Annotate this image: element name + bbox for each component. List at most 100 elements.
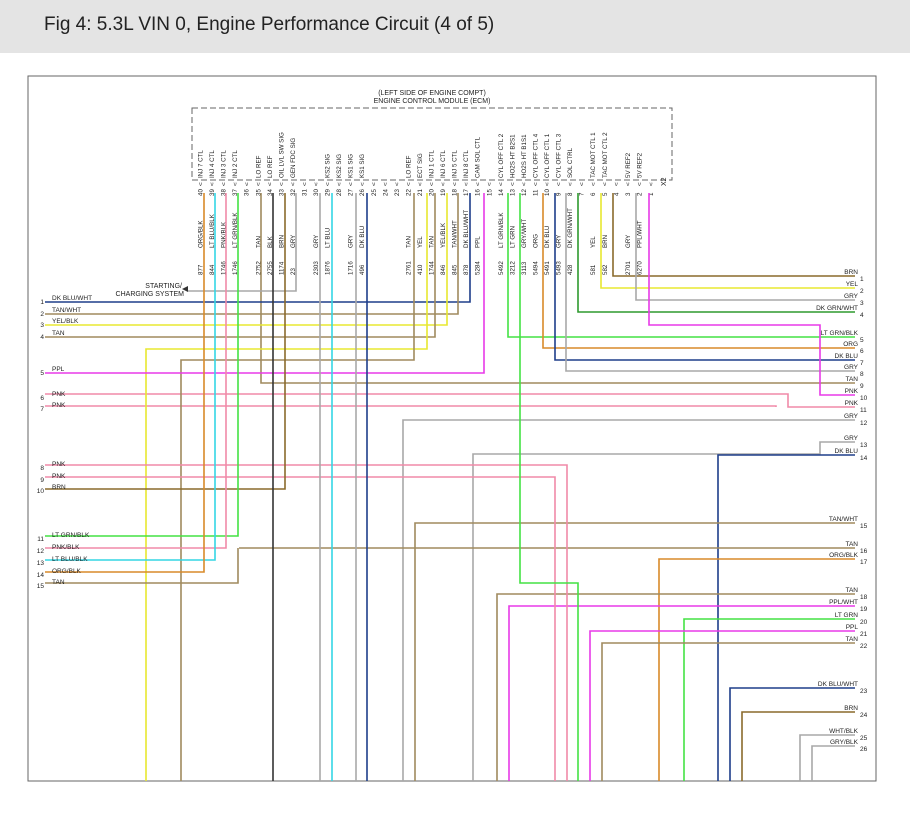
right-wire-number: 26 (860, 746, 868, 753)
wire (635, 193, 855, 301)
pin-function-label: ECT SIG (417, 153, 424, 178)
pin-function-label: CYL OFF CTL 3 (556, 133, 563, 178)
pin-socket-icon: ν (257, 182, 260, 188)
wire (45, 193, 459, 315)
pin-socket-icon: ν (546, 182, 549, 188)
right-wire-label: DK BLU (835, 353, 859, 360)
right-wire-label: DK BLU/WHT (818, 681, 858, 688)
pin-number-label: 26 (359, 189, 366, 196)
starting-system-label-1: STARTING/ (145, 283, 182, 290)
right-wire-label: DK GRN/WHT (816, 305, 858, 312)
right-wire-number: 16 (860, 548, 868, 555)
right-wire-label: TAN (845, 541, 858, 548)
wire-color-label: PPL (475, 236, 482, 248)
wire (648, 193, 855, 396)
circuit-number-label: 1716 (348, 261, 355, 275)
pin-socket-icon: ν (418, 182, 421, 188)
right-wire-label: GRY/BLK (830, 739, 859, 746)
pin-number-label: 28 (336, 189, 343, 196)
pin-number-label: 14 (498, 189, 505, 196)
pin-function-label: OIL LVL SW SIG (278, 132, 285, 178)
wire (508, 605, 855, 781)
left-wire-label: PNK (52, 402, 66, 409)
right-wire-number: 7 (860, 360, 864, 367)
pin-function-label: KS2 SIG (325, 154, 332, 178)
left-wire-label: LT GRN/BLK (52, 532, 90, 539)
right-wire-number: 17 (860, 559, 868, 566)
wire-color-label: ORG (532, 234, 539, 248)
pin-socket-icon: ν (280, 182, 283, 188)
circuit-number-label: 5491 (544, 261, 551, 275)
right-wire-number: 8 (860, 371, 864, 378)
pin-socket-icon: ν (476, 182, 479, 188)
pin-socket-icon: ν (211, 182, 214, 188)
circuit-number-label: 6270 (636, 261, 643, 275)
pin-socket-icon: ν (557, 182, 560, 188)
right-wire-label: ORG/BLK (829, 552, 859, 559)
left-wire-label: YEL/BLK (52, 318, 79, 325)
left-wire-label: PNK (52, 473, 66, 480)
pin-number-label: 12 (521, 189, 528, 196)
right-wire-label: TAN (845, 376, 858, 383)
wire-color-label: LT BLU (325, 228, 332, 248)
right-wire-label: GRY (844, 435, 859, 442)
pin-socket-icon: ν (245, 182, 248, 188)
pin-function-label: HO2S HT B2S1 (509, 134, 516, 178)
ecm-name-label: ENGINE CONTROL MODULE (ECM) (374, 98, 491, 105)
diagram-frame (27, 75, 877, 782)
circuit-number-label: 846 (440, 264, 447, 275)
left-wire-label: TAN (52, 579, 65, 586)
wire-color-label: DK BLU/WHT (463, 210, 470, 248)
pin-socket-icon: ν (430, 182, 433, 188)
left-wire-label: PNK/BLK (52, 544, 80, 551)
right-wire-label: LT GRN/BLK (821, 330, 859, 337)
pin-socket-icon: ν (534, 182, 537, 188)
pin-number-label: 24 (382, 189, 389, 196)
wire-color-label: YEL/BLK (440, 222, 447, 248)
wire-color-label: LT GRN/BLK (498, 212, 505, 248)
wire (45, 548, 239, 584)
left-wire-label: TAN (52, 330, 65, 337)
wire (45, 193, 286, 490)
pin-socket-icon: ν (361, 182, 364, 188)
right-wire-label: GRY (844, 364, 859, 371)
pin-number-label: 19 (440, 189, 447, 196)
pin-socket-icon: ν (453, 182, 456, 188)
pin-socket-icon: ν (234, 182, 237, 188)
pin-number-label: 29 (325, 189, 332, 196)
pin-number-label: 15 (486, 189, 493, 196)
right-wire-label: DK BLU (835, 448, 859, 455)
pin-number-label: 4 (613, 192, 620, 196)
right-wire-label: PPL/WHT (829, 599, 858, 606)
pin-number-label: 23 (394, 189, 401, 196)
right-wire-number: 22 (860, 643, 868, 650)
pin-number-label: 22 (405, 189, 412, 196)
right-wire-number: 18 (860, 594, 868, 601)
right-wire-label: LT GRN (835, 612, 859, 619)
pin-function-label: TAC MOT CTL 1 (590, 132, 597, 178)
circuit-number-label: 582 (602, 264, 609, 275)
pin-socket-icon: ν (638, 182, 641, 188)
right-wire-number: 11 (860, 407, 867, 414)
right-wire-label: BRN (844, 705, 858, 712)
wire (414, 522, 855, 781)
pin-function-label: LO REF (267, 155, 274, 178)
pin-function-label: INJ 2 CTL (232, 150, 239, 178)
pin-function-label: 5V REF2 (636, 152, 643, 178)
left-wire-number: 10 (37, 488, 45, 495)
wire-color-label: YEL (417, 236, 424, 248)
wire (565, 193, 855, 372)
pin-number-label: 10 (544, 189, 551, 196)
pin-socket-icon: ν (649, 182, 652, 188)
pin-socket-icon: ν (522, 182, 525, 188)
circuit-number-label: 410 (417, 264, 424, 275)
left-wire-number: 14 (37, 572, 45, 579)
pin-number-label: 17 (463, 189, 470, 196)
wire (402, 419, 855, 781)
pin-function-label: CAM SOL CTL (475, 136, 482, 178)
right-wire-label: YEL (846, 281, 859, 288)
pin-socket-icon: ν (603, 182, 606, 188)
wire-color-label: DK BLU (359, 226, 366, 248)
ecm-location-label: (LEFT SIDE OF ENGINE COMPT) (378, 90, 486, 97)
right-wire-number: 21 (860, 631, 868, 638)
